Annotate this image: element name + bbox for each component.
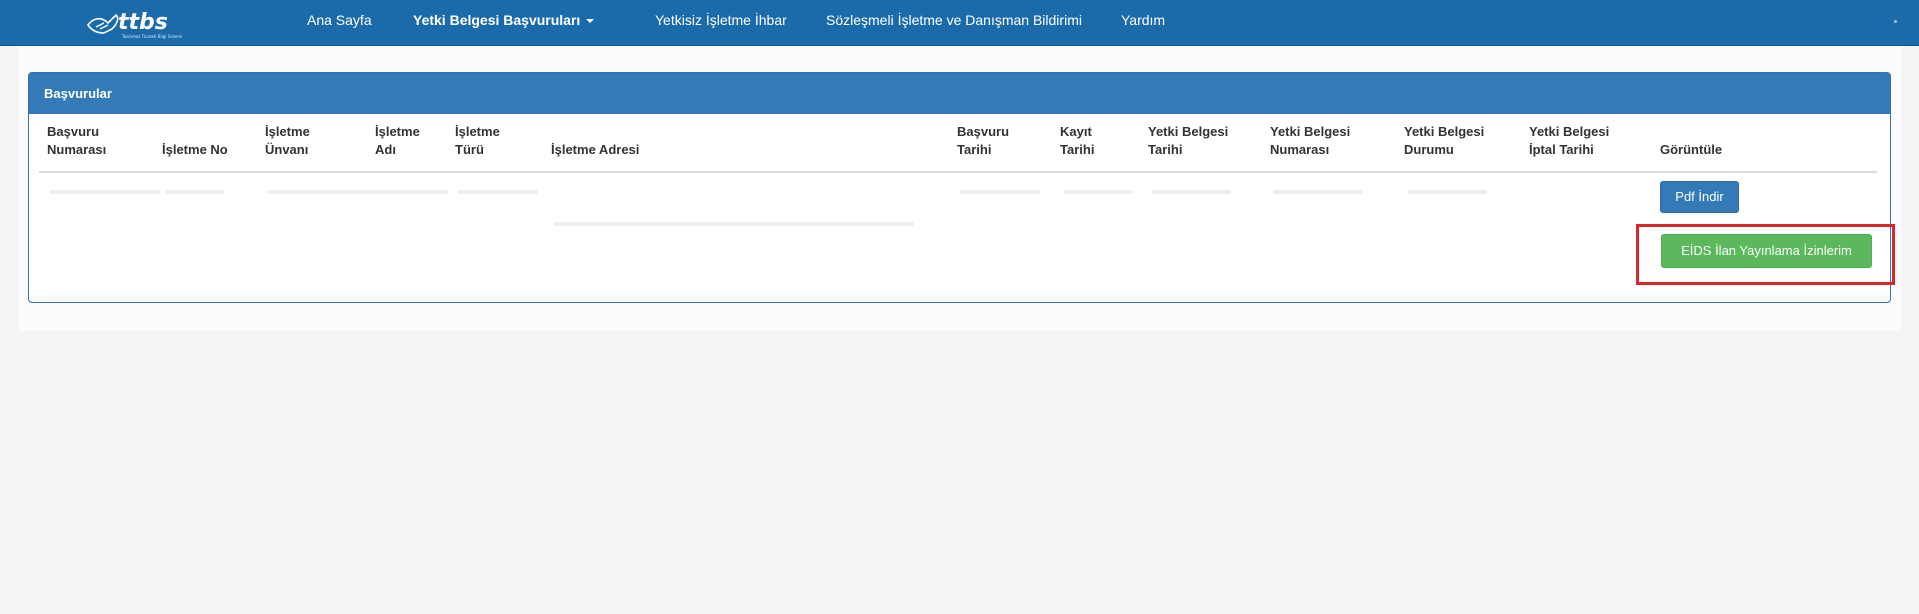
redacted-cell [1407,190,1487,194]
col-line2: İptal Tarihi [1529,142,1594,157]
top-navbar: ttbs Tasinmaz Ticareti Bilgi Sistemi Ana… [0,0,1919,46]
col-line1: Başvuru [957,124,1010,139]
col-line1: İşletme [375,124,420,139]
redacted-cell [268,190,388,194]
pdf-indir-button[interactable]: Pdf İndir [1660,181,1739,213]
redacted-cell [1063,190,1133,194]
redacted-cell [458,190,538,194]
col-yetki-belgesi-iptal-tarihi: Yetki Belgesi İptal Tarihi [1529,123,1609,159]
col-kayit-tarihi: Kayıt Tarihi [1060,123,1094,159]
nav-yetki-belgesi-label: Yetki Belgesi Başvuruları [413,12,581,28]
col-yetki-belgesi-tarihi: Yetki Belgesi Tarihi [1148,123,1228,159]
ttbs-logo[interactable]: ttbs Tasinmaz Ticareti Bilgi Sistemi [86,5,208,41]
col-isletme-unvani: İşletme Ünvanı [265,123,310,159]
redacted-cell [1151,190,1231,194]
caret-down-icon [586,19,595,24]
nav-ana-sayfa[interactable]: Ana Sayfa [307,12,372,28]
col-line1: Yetki Belgesi [1529,124,1610,139]
redacted-cell [554,222,914,226]
col-isletme-no: İşletme No [162,141,228,159]
col-line1: Yetki Belgesi [1270,124,1351,139]
col-line2: Durumu [1404,142,1454,157]
col-basvuru-numarasi: Başvuru Numarası [47,123,106,159]
col-line1: Kayıt [1060,124,1092,139]
nav-yardim[interactable]: Yardım [1121,12,1165,28]
col-line2: Numarası [1270,142,1330,157]
col-line2: Tarihi [957,142,992,157]
col-line2: Tarihi [1060,142,1095,157]
col-line2: Tarihi [1148,142,1183,157]
col-line2: Türü [455,142,484,157]
logo-text: ttbs [118,10,168,35]
redacted-cell [960,190,1040,194]
nav-sozlesmeli-isletme[interactable]: Sözleşmeli İşletme ve Danışman Bildirimi [826,12,1082,28]
col-basvuru-tarihi: Başvuru Tarihi [957,123,1009,159]
col-line2: Ünvanı [265,142,309,157]
redacted-cell [165,190,225,194]
basvurular-panel: Başvurular [28,72,1891,303]
redacted-cell [50,190,160,194]
col-line2: Adı [375,142,396,157]
col-line2: Görüntüle [1660,142,1723,157]
col-line1: İşletme [455,124,500,139]
col-yetki-belgesi-numarasi: Yetki Belgesi Numarası [1270,123,1350,159]
col-line1: Başvuru [47,124,100,139]
panel-title: Başvurular [29,73,1890,114]
nav-yetkisiz-isletme-ihbar[interactable]: Yetkisiz İşletme İhbar [655,12,787,28]
redacted-cell [378,190,448,194]
col-line1: Yetki Belgesi [1148,124,1229,139]
col-isletme-adi: İşletme Adı [375,123,420,159]
col-line2: İşletme No [162,142,228,157]
col-line2: Numarası [47,142,107,157]
logo-subtitle: Tasinmaz Ticareti Bilgi Sistemi [121,34,182,39]
redacted-cell [1273,190,1363,194]
col-yetki-belgesi-durumu: Yetki Belgesi Durumu [1404,123,1484,159]
nav-yetki-belgesi-basvurulari[interactable]: Yetki Belgesi Başvuruları [413,12,595,28]
eids-ilan-yayinlama-izinlerim-button[interactable]: EİDS İlan Yayınlama İzinlerim [1661,234,1872,268]
col-goruntule: Görüntüle [1660,141,1722,159]
col-isletme-adresi: İşletme Adresi [551,141,639,159]
col-line1: İşletme [265,124,310,139]
col-line1: Yetki Belgesi [1404,124,1485,139]
col-isletme-turu: İşletme Türü [455,123,500,159]
navbar-edge-dot [1894,20,1897,23]
table-header-divider [39,171,1877,173]
col-line2: İşletme Adresi [551,142,640,157]
